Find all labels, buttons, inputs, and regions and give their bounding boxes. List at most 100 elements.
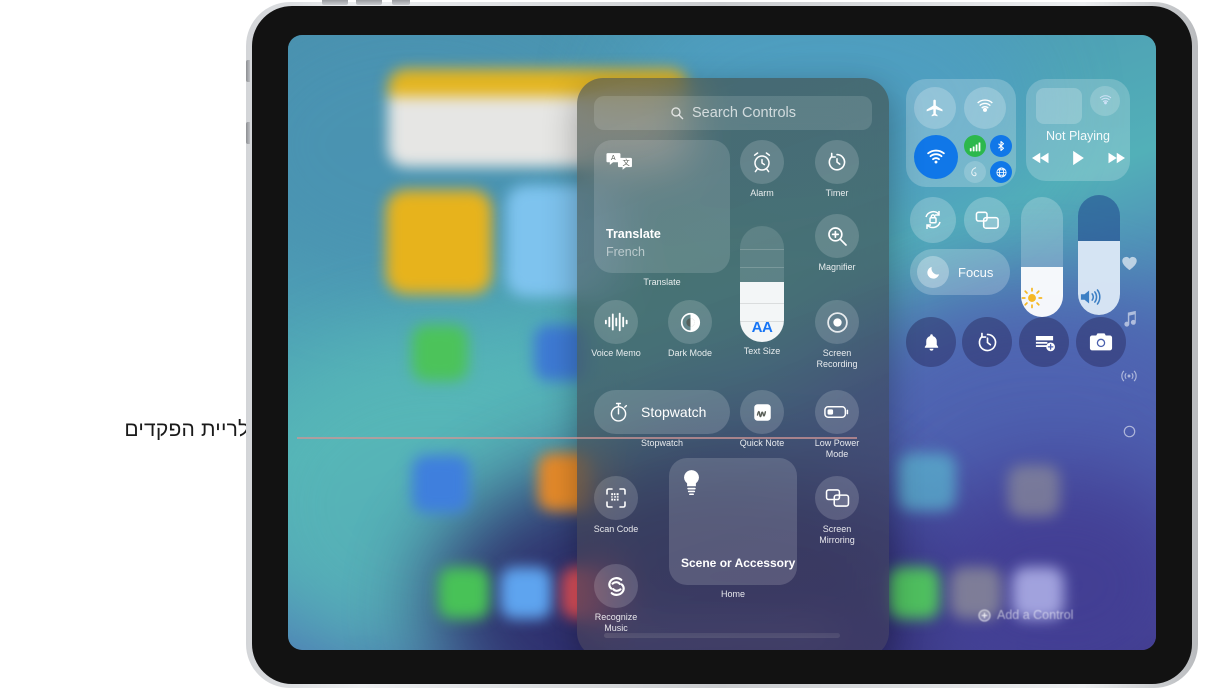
gallery-caption-home: Home	[720, 589, 746, 599]
ipad-screen: Not Playing Focus Add a Control Search C…	[288, 35, 1156, 650]
gallery-caption-recognize-music: Recognize Music	[594, 612, 638, 633]
camera-button[interactable]	[1076, 317, 1126, 367]
alarm-clock-icon	[740, 140, 784, 184]
gallery-caption-screen-mirroring: Screen Mirroring	[819, 524, 855, 545]
stage-manager-button[interactable]	[964, 197, 1010, 243]
airplay-button[interactable]	[1090, 86, 1120, 116]
personal-hotspot-button[interactable]	[964, 161, 986, 183]
lightbulb-icon	[681, 468, 702, 496]
record-icon	[815, 300, 859, 344]
brightness-slider[interactable]	[1021, 197, 1063, 317]
gallery-item-screen-mirroring[interactable]: Screen Mirroring	[815, 476, 859, 545]
airplane-icon	[925, 98, 945, 118]
wifi-button[interactable]	[914, 135, 958, 179]
gallery-item-recognize-music[interactable]: Recognize Music	[594, 564, 638, 633]
volume-down-button[interactable]	[356, 0, 382, 5]
side-connector-bottom	[246, 122, 250, 144]
fast-forward-button[interactable]	[1107, 151, 1125, 165]
stopwatch-pill[interactable]: Stopwatch	[594, 390, 730, 434]
wifi-icon	[925, 146, 947, 168]
dock-app-icon	[500, 567, 552, 619]
gallery-caption-text-size: Text Size	[743, 346, 781, 356]
svg-text:A: A	[611, 155, 616, 162]
media-playback-module[interactable]: Not Playing	[1026, 79, 1130, 181]
cellular-data-button[interactable]	[964, 135, 986, 157]
text-size-slider[interactable]: AA	[740, 226, 784, 342]
gallery-item-quick-note[interactable]: Quick Note	[740, 390, 784, 448]
airplane-mode-button[interactable]	[914, 87, 956, 129]
translate-tile-title: Translate	[606, 227, 661, 241]
gallery-item-dark-mode[interactable]: Dark Mode	[668, 300, 712, 358]
timer-icon	[815, 140, 859, 184]
power-button[interactable]	[392, 0, 410, 5]
focus-button[interactable]: Focus	[910, 249, 1010, 295]
controls-gallery-panel: Search Controls A 文 Translate French Tra…	[577, 78, 889, 650]
screenshot-root: גלריית הפקדים Not Playing Focus Add a Co…	[0, 0, 1205, 692]
quick-note-icon	[740, 390, 784, 434]
rotation-lock-button[interactable]	[910, 197, 956, 243]
gallery-item-scan-code[interactable]: Scan Code	[594, 476, 638, 534]
ring-silent-button[interactable]	[906, 317, 956, 367]
gallery-item-text-size[interactable]: AA Text Size	[740, 226, 784, 356]
gallery-caption-translate: Translate	[643, 277, 681, 287]
airdrop-button[interactable]	[964, 87, 1006, 129]
circle-outline-icon[interactable]	[1123, 425, 1136, 438]
add-a-control-button[interactable]: Add a Control	[978, 608, 1073, 622]
stage-manager-icon	[975, 209, 1000, 231]
cellular-bars-icon	[969, 140, 982, 153]
magnifier-icon	[815, 214, 859, 258]
focus-label: Focus	[958, 264, 994, 280]
home-screen-app-icon	[412, 325, 468, 381]
volume-up-button[interactable]	[322, 0, 348, 5]
qr-scan-icon	[594, 476, 638, 520]
callout-line-over-screen	[297, 437, 857, 439]
bluetooth-button[interactable]	[990, 135, 1012, 157]
gallery-item-screen-recording[interactable]: Screen Recording	[815, 300, 859, 369]
add-a-control-label: Add a Control	[997, 608, 1074, 622]
volume-slider[interactable]	[1078, 195, 1120, 315]
gallery-caption-magnifier: Magnifier	[818, 262, 856, 272]
home-screen-app-icon	[1008, 465, 1060, 517]
connectivity-module[interactable]	[906, 79, 1016, 187]
hotspot-icon	[969, 166, 982, 179]
gallery-caption-timer: Timer	[825, 188, 849, 198]
bluetooth-icon	[995, 140, 1007, 152]
stopwatch-icon	[607, 401, 630, 424]
screen-mirroring-icon	[815, 476, 859, 520]
control-center: Not Playing Focus	[906, 79, 1156, 379]
camera-icon	[1089, 332, 1113, 352]
gallery-item-home-scene[interactable]: Scene or Accessory Home	[669, 458, 797, 599]
quick-note-cc-button[interactable]	[1019, 317, 1069, 367]
home-screen-app-icon	[412, 455, 470, 513]
gallery-item-low-power-mode[interactable]: Low Power Mode	[815, 390, 859, 459]
gallery-caption-dark-mode: Dark Mode	[667, 348, 713, 358]
gallery-item-voice-memo[interactable]: Voice Memo	[591, 300, 641, 358]
dark-mode-icon	[668, 300, 712, 344]
gallery-item-timer[interactable]: Timer	[815, 140, 859, 198]
gallery-item-stopwatch[interactable]: Stopwatch Stopwatch	[594, 390, 730, 448]
screen-timeout-button[interactable]	[962, 317, 1012, 367]
gallery-item-magnifier[interactable]: Magnifier	[815, 214, 859, 272]
svg-text:文: 文	[622, 158, 630, 167]
dock-app-icon	[438, 567, 490, 619]
airplay-icon	[1097, 93, 1114, 110]
vpn-button[interactable]	[990, 161, 1012, 183]
search-controls-input[interactable]: Search Controls	[594, 96, 872, 130]
waveform-icon	[594, 300, 638, 344]
bell-icon	[921, 332, 942, 353]
rewind-button[interactable]	[1031, 151, 1050, 165]
sun-icon	[1021, 287, 1063, 309]
gallery-item-alarm[interactable]: Alarm	[740, 140, 784, 198]
gallery-caption-scan-code: Scan Code	[593, 524, 639, 534]
airdrop-icon	[974, 97, 996, 119]
battery-icon	[815, 390, 859, 434]
callout-label: גלריית הפקדים	[124, 418, 258, 441]
dock-app-icon	[888, 567, 940, 619]
gallery-caption-stopwatch: Stopwatch	[640, 438, 684, 448]
gallery-item-translate[interactable]: A 文 Translate French Translate	[594, 140, 730, 287]
home-tile-title: Scene or Accessory	[681, 556, 796, 570]
rotation-lock-icon	[921, 208, 945, 232]
play-button[interactable]	[1072, 150, 1085, 166]
translate-tile-subtitle: French	[606, 245, 645, 259]
vpn-globe-icon	[995, 166, 1008, 179]
